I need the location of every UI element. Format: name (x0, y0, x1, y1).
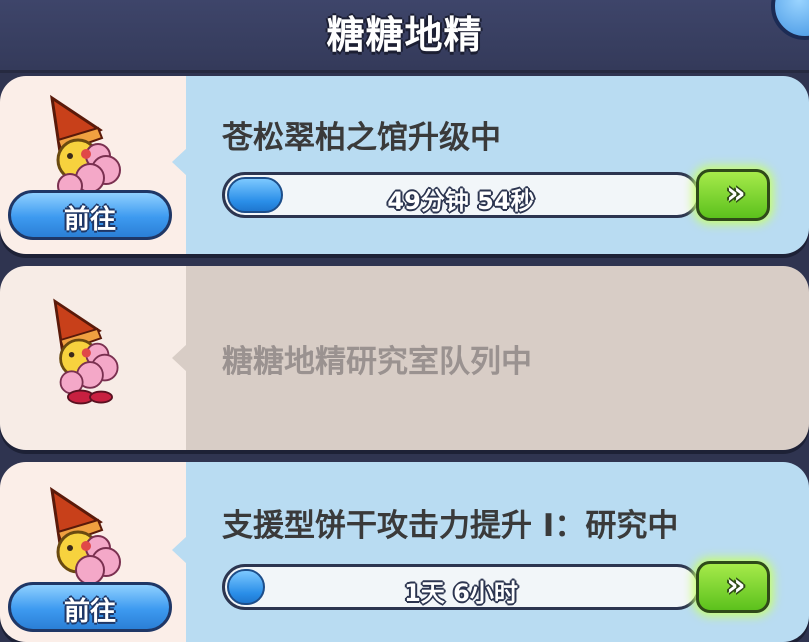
panel-notch (172, 148, 187, 176)
goto-button-label: 前往 (63, 597, 116, 627)
task-title: 苍松翠柏之馆升级中 (222, 120, 501, 156)
goto-button[interactable]: 前往 (8, 582, 172, 632)
panel-notch (172, 344, 187, 372)
panel-notch (172, 536, 187, 564)
task-card-3-info-panel (186, 462, 809, 642)
gnome-icon (53, 298, 119, 405)
speed-up-button[interactable]: » (696, 169, 770, 221)
double-chevron-right-icon: » (726, 176, 745, 211)
progress-bar: 1天 6小时 (222, 564, 700, 610)
progress-bar: 49分钟 54秒 (222, 172, 700, 218)
gnome-icon (50, 94, 121, 199)
task-card-1-info-panel (186, 76, 809, 254)
speed-up-button[interactable]: » (696, 561, 770, 613)
gnome-icon (50, 486, 121, 585)
task-card-1: 前往 苍松翠柏之馆升级中 49分钟 54秒 » (0, 76, 809, 254)
task-card-2: 糖糖地精研究室队列中 (0, 266, 809, 450)
task-title: 糖糖地精研究室队列中 (222, 344, 532, 380)
double-chevron-right-icon: » (726, 568, 745, 603)
task-title: 支援型饼干攻击力提升 Ⅰ：研究中 (222, 508, 679, 544)
task-card-3: 前往 支援型饼干攻击力提升 Ⅰ：研究中 1天 6小时 » (0, 462, 809, 642)
goto-button-label: 前往 (63, 205, 116, 235)
page-title: 糖糖地精 (326, 13, 483, 57)
header-bar: 糖糖地精 (0, 0, 809, 73)
goto-button[interactable]: 前往 (8, 190, 172, 240)
progress-time-remaining: 49分钟 54秒 (387, 187, 535, 215)
progress-time-remaining: 1天 6小时 (404, 579, 518, 607)
